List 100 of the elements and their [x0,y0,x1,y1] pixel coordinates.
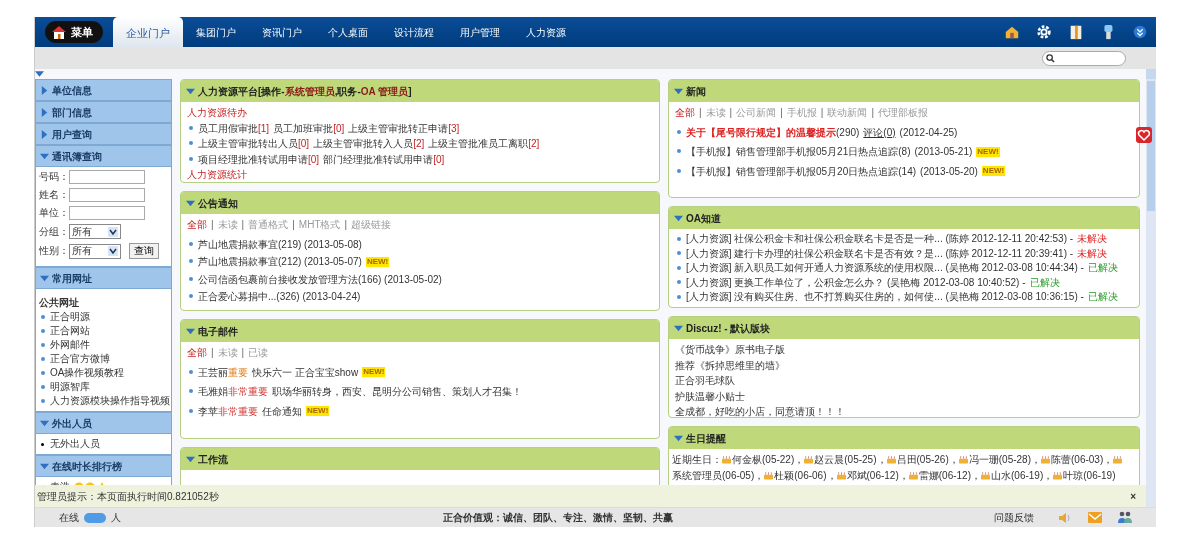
question-link[interactable]: [人力资源] 社保公积金卡和社保公积金联名卡是否是一种... (陈婷 2012-12-11 20:42:53) - [686,232,1074,247]
expand-icon[interactable] [1132,24,1148,40]
task-link[interactable]: 员工用假审批[1] [198,120,270,136]
link-item[interactable]: OA操作视频教程 [50,366,125,380]
notice-link[interactable]: 芦山地震捐款事宜(212) (2013-05-07) [198,254,362,270]
birthday-name[interactable]: 杜颖 [774,470,795,481]
nav-tab[interactable]: 人力资源 [513,16,579,47]
thread-link[interactable]: 《货币战争》原书电子版 [675,342,1133,358]
thread-link[interactable]: 护肤温馨小贴士 [675,388,1133,404]
expand-arrow-icon[interactable] [674,323,683,333]
expand-arrow-icon[interactable] [186,454,195,464]
nav-tab[interactable]: 资讯门户 [249,16,315,47]
news-link[interactable]: 【手机报】销售管理部手机报05月20日热点追踪(14) [686,163,917,179]
birthday-name[interactable]: 雷娜 [918,470,939,481]
expand-arrow-icon[interactable] [40,461,49,471]
link-item[interactable]: 人力资源模块操作指导视频 [50,394,170,408]
nav-tab[interactable]: 用户管理 [447,16,513,47]
sidebar-section-header[interactable]: 部门信息 [35,101,172,123]
expand-arrow-icon[interactable] [674,213,683,223]
clipboard-icon[interactable] [1068,24,1084,40]
nav-tab[interactable]: 个人桌面 [315,16,381,47]
thread-link[interactable]: 正合羽毛球队 [675,373,1133,389]
filter-link[interactable]: 全部 [675,105,695,121]
question-link[interactable]: [人力资源] 更换工作单位了，公积金怎么办？ (吴艳梅 2012-03-08 10:40:52) - [686,275,1026,290]
task-link[interactable]: 员工加班审批[0] [273,120,345,136]
birthday-name[interactable]: 陈蕾 [1051,454,1071,465]
scrollbar[interactable] [1146,69,1156,507]
question-link[interactable]: [人力资源] 没有购买住房、也不打算购买住房的，如何使... (吴艳梅 2012-03-08 10:36:15) - [686,290,1084,305]
link-item[interactable]: 正合官方微博 [50,352,110,366]
collapse-icon[interactable] [35,71,44,77]
link-item[interactable]: 正合网站 [50,324,90,338]
thread-link[interactable]: 全成都，好吃的小店，同意请顶！！！ [675,404,1133,417]
search-field[interactable] [1042,50,1126,66]
collapsed-arrow-icon[interactable] [40,107,49,117]
thread-link[interactable]: 推荐《拆掉思维里的墙》 [675,357,1133,373]
birthday-name[interactable]: 吕田 [896,454,917,465]
birthday-name[interactable]: 邓斌 [846,470,867,481]
link-item[interactable]: 明源智库 [50,380,90,394]
notice-link[interactable]: 芦山地震捐款事宜(219) (2013-05-08) [198,236,362,252]
task-link[interactable]: 上级主管审批转正申请[3] [348,120,460,136]
sidebar-section-header[interactable]: 外出人员 [35,412,172,434]
news-link[interactable]: 【手机报】销售管理部手机报05月21日热点追踪(8) [686,144,911,160]
notice-link[interactable]: 正合爱心募捐中...(326) (2013-04-24) [198,289,361,305]
expand-arrow-icon[interactable] [40,273,49,283]
email-link[interactable]: 毛雅娟非常重要 职场华丽转身，西安、昆明分公司销售、策划人才召集！ [198,384,522,400]
email-link[interactable]: 李苹非常重要 任命通知 [198,403,302,419]
collapsed-arrow-icon[interactable] [40,129,49,139]
task-link[interactable]: 上级主管审批转入人员[2] [313,136,425,152]
input-field[interactable] [69,188,145,202]
filter-link[interactable]: 全部 [187,345,207,361]
sidebar-section-header[interactable]: 用户查询 [35,123,172,145]
house-icon[interactable] [1004,24,1020,40]
collapsed-arrow-icon[interactable] [40,85,49,95]
mail-icon[interactable] [1088,512,1102,523]
task-link[interactable]: 上级主管批准员工离职[2] [428,136,540,152]
close-button[interactable]: × [1130,488,1136,504]
expand-arrow-icon[interactable] [40,418,49,428]
online-count-badge[interactable] [84,512,106,523]
expand-arrow-icon[interactable] [40,151,49,161]
users-icon[interactable] [1118,511,1132,524]
email-link[interactable]: 王芸丽重要 快乐六一 正合宝宝show [198,364,359,380]
question-link[interactable]: [人力资源] 新入职员工如何开通人力资源系统的使用权限... (吴艳梅 2012-03-08 10:44:34) - [686,261,1084,276]
birthday-name[interactable]: 叶琼 [1063,470,1084,481]
birthday-name[interactable]: 冯一珊 [968,454,999,465]
birthday-name[interactable]: 赵云晨 [814,454,845,465]
feedback-link[interactable]: 问题反馈 [994,510,1034,525]
dropdown[interactable]: 所有 [69,243,121,259]
heart-icon[interactable] [1136,127,1152,143]
nav-tab[interactable]: 集团门户 [183,16,249,47]
input-field[interactable] [69,170,145,184]
sidebar-section-header[interactable]: 单位信息 [35,79,172,101]
notice-link[interactable]: 公司信函包裹前台接收发放管理方法(166) (2013-05-02) [198,271,442,287]
menu-button[interactable]: 菜单 [45,21,103,43]
sidebar-section-header[interactable]: 通讯簿查询 [35,145,172,167]
task-link[interactable]: 部门经理批准转试用申请[0] [323,151,445,167]
birthday-name[interactable]: 何金枞 [732,454,762,465]
expand-arrow-icon[interactable] [674,433,683,443]
dropdown[interactable]: 所有 [69,224,121,239]
sidebar-section-header[interactable]: 在线时长排行榜 [35,455,172,477]
stats-link[interactable]: 人力资源统计 [187,167,653,182]
birthday-name[interactable]: 系统管理员 [672,470,722,481]
question-link[interactable]: [人力资源] 建行卡办理的社保公积金联名卡是否有效？是... (陈婷 2012-12-11 20:39:41) - [686,246,1074,261]
settings-icon[interactable] [1036,24,1052,40]
birthday-name[interactable]: 山水 [991,470,1011,481]
sidebar-section-header[interactable]: 常用网址 [35,267,172,289]
link-item[interactable]: 正合明源 [50,310,90,324]
input-field[interactable] [69,206,145,220]
nav-tab[interactable]: 设计流程 [381,16,447,47]
task-link[interactable]: 项目经理批准转试用申请[0] [198,151,320,167]
filter-link[interactable]: 全部 [187,217,207,233]
link-item[interactable]: 外网邮件 [50,338,90,352]
todo-heading[interactable]: 人力资源待办 [187,105,653,121]
expand-arrow-icon[interactable] [186,86,195,96]
search-button[interactable]: 查询 [129,243,159,259]
expand-arrow-icon[interactable] [186,198,195,208]
expand-arrow-icon[interactable] [674,86,683,96]
speaker-icon[interactable] [1058,511,1072,524]
task-link[interactable]: 上级主管审批转出人员[0] [198,136,310,152]
news-link[interactable]: 关于【尾号限行规定】的温馨提示(290) [686,124,860,140]
comment-link[interactable]: 评论(0) [863,124,896,140]
